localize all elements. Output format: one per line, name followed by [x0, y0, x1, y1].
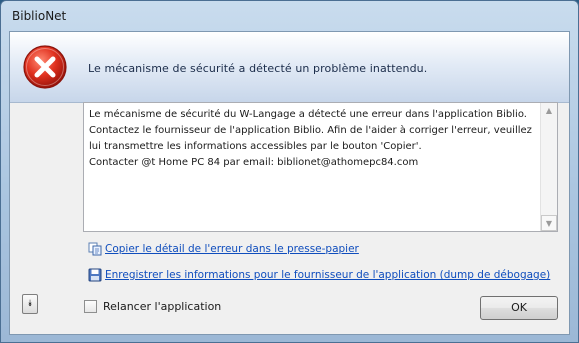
save-dump-link[interactable]: Enregistrer les informations pour le fou… [105, 269, 550, 281]
double-chevron-down-icon: ⯯ [27, 299, 33, 309]
restart-label[interactable]: Relancer l'application [103, 300, 221, 313]
title-bar[interactable]: BiblioNet [1, 1, 578, 31]
restart-checkbox[interactable] [84, 300, 97, 313]
dialog-header: Le mécanisme de sécurité a détecté un pr… [10, 32, 569, 103]
scroll-down-arrow-icon[interactable]: ▼ [541, 215, 557, 231]
ok-button[interactable]: OK [480, 296, 558, 320]
header-message: Le mécanisme de sécurité a détecté un pr… [88, 62, 428, 75]
save-icon [88, 268, 102, 282]
copy-details-link[interactable]: Copier le détail de l'erreur dans le pre… [105, 243, 359, 255]
copy-icon [88, 242, 102, 256]
scroll-up-arrow-icon[interactable]: ▲ [541, 103, 557, 119]
window-title: BiblioNet [12, 9, 67, 23]
details-scrollbar[interactable]: ▲ ▼ [540, 103, 557, 231]
dialog-window: BiblioNet Le mécanisme de sécurité a dét… [0, 0, 579, 343]
error-details-box[interactable]: Le mécanisme de sécurité du W-Langage a … [83, 102, 558, 232]
error-details-text: Le mécanisme de sécurité du W-Langage a … [89, 109, 532, 168]
expand-button[interactable]: ⯯ [22, 294, 38, 314]
dialog-client-area: Le mécanisme de sécurité a détecté un pr… [9, 31, 570, 335]
error-icon [22, 44, 68, 90]
